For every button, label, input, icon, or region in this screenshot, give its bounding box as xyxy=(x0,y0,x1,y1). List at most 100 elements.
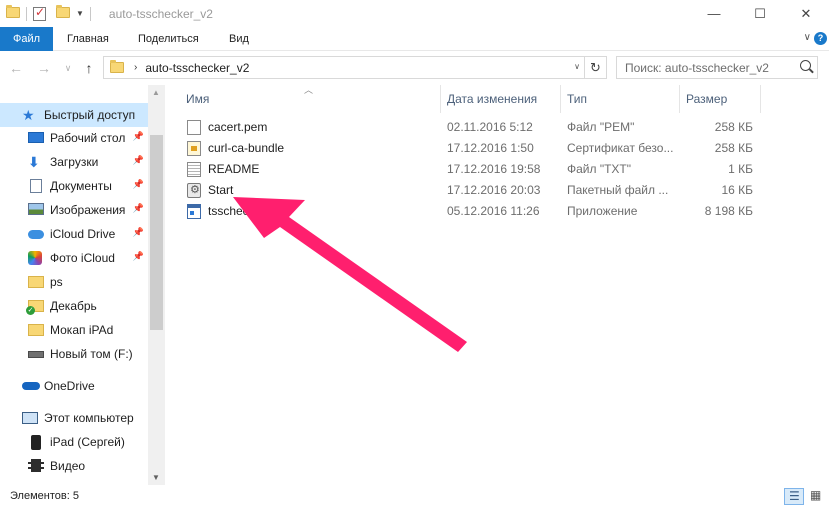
sidebar-item-label: Мокап iPAd xyxy=(50,323,114,337)
pin-icon: 📌 xyxy=(132,155,144,165)
column-header-type[interactable]: Тип xyxy=(561,85,679,113)
search-placeholder: Поиск: auto-tsschecker_v2 xyxy=(625,61,769,75)
file-name: curl-ca-bundle xyxy=(208,141,285,155)
tab-file[interactable]: Файл xyxy=(0,27,53,51)
file-date: 05.12.2016 11:26 xyxy=(447,204,540,218)
sidebar-item-documents[interactable]: Документы 📌 xyxy=(0,174,148,198)
large-icons-view-button[interactable] xyxy=(806,488,826,505)
sidebar-item-downloads[interactable]: ⬇ Загрузки 📌 xyxy=(0,150,148,174)
tab-share[interactable]: Поделиться xyxy=(126,27,211,51)
file-name: Start xyxy=(208,183,234,197)
sidebar-item-label: iPad (Сергей) xyxy=(50,435,125,449)
column-header-date[interactable]: Дата изменения xyxy=(441,85,560,113)
quick-access-dropdown-icon[interactable]: ▼ xyxy=(76,9,84,18)
scroll-down-icon[interactable]: ▼ xyxy=(152,473,160,482)
sidebar-item-pictures[interactable]: Изображения 📌 xyxy=(0,198,148,222)
search-input[interactable]: Поиск: auto-tsschecker_v2 xyxy=(616,56,818,79)
details-view-button[interactable] xyxy=(784,488,804,505)
column-header-name[interactable]: Имя xyxy=(180,85,440,113)
file-date: 17.12.2016 1:50 xyxy=(447,141,534,155)
folder-app-icon xyxy=(6,4,20,21)
toolbar-divider xyxy=(89,6,91,21)
sidebar-item-icloud-photos[interactable]: Фото iCloud 📌 xyxy=(0,246,148,270)
breadcrumb-separator-icon[interactable]: › xyxy=(134,62,137,73)
sidebar-item-desktop[interactable]: Рабочий стол 📌 xyxy=(0,126,148,150)
column-divider[interactable] xyxy=(760,85,761,113)
file-row-curl-ca-bundle[interactable]: curl-ca-bundle 17.12.2016 1:50 Сертифика… xyxy=(180,138,780,159)
sidebar-item-quick-access[interactable]: ★ Быстрый доступ xyxy=(0,103,148,127)
sidebar-item-onedrive[interactable]: OneDrive xyxy=(0,374,148,398)
ribbon-tabs: Файл Главная Поделиться Вид ∨ ? xyxy=(0,27,829,51)
documents-icon xyxy=(30,179,42,193)
scroll-up-icon[interactable]: ▲ xyxy=(152,88,160,97)
tab-view[interactable]: Вид xyxy=(217,27,261,51)
file-row-tsschecker[interactable]: tsscheck 05.12.2016 11:26 Приложение 8 1… xyxy=(180,201,780,222)
sidebar-item-label: Быстрый доступ xyxy=(44,108,136,122)
properties-icon[interactable] xyxy=(33,5,46,21)
file-row-cacert[interactable]: cacert.pem 02.11.2016 5:12 Файл "PEM" 25… xyxy=(180,117,780,138)
text-file-icon xyxy=(187,162,201,177)
sidebar-item-label: iCloud Drive xyxy=(50,227,116,241)
column-header-size[interactable]: Размер xyxy=(680,85,760,113)
file-row-readme[interactable]: README 17.12.2016 19:58 Файл "TXT" 1 КБ xyxy=(180,159,780,180)
sidebar-item-label: Документы xyxy=(50,179,112,193)
navigation-bar: ← → ∨ ↑ › auto-tsschecker_v2 ∨ ↻ Поиск: … xyxy=(0,51,829,85)
toolbar-divider xyxy=(26,6,27,21)
folder-icon xyxy=(28,276,44,288)
maximize-button[interactable]: ☐ xyxy=(737,0,783,27)
minimize-button[interactable]: — xyxy=(691,0,737,27)
batch-file-icon xyxy=(187,183,201,198)
icloud-drive-icon xyxy=(28,230,44,239)
tab-home[interactable]: Главная xyxy=(55,27,121,51)
breadcrumb[interactable]: auto-tsschecker_v2 xyxy=(145,61,249,75)
sidebar-item-new-volume[interactable]: Новый том (F:) xyxy=(0,342,148,366)
address-bar[interactable]: › auto-tsschecker_v2 ∨ ↻ xyxy=(103,56,607,79)
sidebar-item-label: Рабочий стол xyxy=(50,131,126,145)
sidebar-item-label: ps xyxy=(50,275,63,289)
sidebar-item-this-pc[interactable]: Этот компьютер xyxy=(0,406,148,430)
file-type: Приложение xyxy=(567,204,638,218)
sidebar-item-december[interactable]: Декабрь xyxy=(0,294,148,318)
scrollbar-thumb[interactable] xyxy=(150,135,163,330)
file-list: ︿ Имя Дата изменения Тип Размер cacert.p… xyxy=(180,85,829,485)
file-type: Файл "TXT" xyxy=(567,162,632,176)
drive-icon xyxy=(28,351,44,358)
sidebar-scrollbar[interactable]: ▲ ▼ xyxy=(148,85,165,485)
new-folder-icon[interactable] xyxy=(56,4,70,21)
refresh-button[interactable]: ↻ xyxy=(584,57,606,78)
pem-file-icon xyxy=(187,120,201,135)
sidebar-item-ipad[interactable]: iPad (Сергей) xyxy=(0,430,148,454)
forward-button[interactable]: → xyxy=(34,59,54,77)
file-size: 258 КБ xyxy=(714,120,753,134)
desktop-icon xyxy=(28,132,44,143)
file-row-start[interactable]: Start 17.12.2016 20:03 Пакетный файл ...… xyxy=(180,180,780,201)
downloads-icon: ⬇ xyxy=(28,154,40,170)
computer-icon xyxy=(22,412,38,424)
file-date: 17.12.2016 19:58 xyxy=(447,162,541,176)
sidebar-item-ipad-mockup[interactable]: Мокап iPAd xyxy=(0,318,148,342)
help-icon[interactable]: ? xyxy=(814,32,827,45)
file-size: 258 КБ xyxy=(714,141,753,155)
file-size: 8 198 КБ xyxy=(704,204,753,218)
sidebar-item-videos[interactable]: Видео xyxy=(0,454,148,478)
sidebar-item-icloud-drive[interactable]: iCloud Drive 📌 xyxy=(0,222,148,246)
status-bar: Элементов: 5 xyxy=(0,485,829,508)
sidebar-item-label: Фото iCloud xyxy=(50,251,115,265)
close-button[interactable]: ✕ xyxy=(783,0,829,27)
sidebar-item-label: Этот компьютер xyxy=(44,411,134,425)
pin-icon: 📌 xyxy=(132,179,144,189)
up-button[interactable]: ↑ xyxy=(79,59,99,77)
pin-icon: 📌 xyxy=(132,227,144,237)
pin-icon: 📌 xyxy=(132,203,144,213)
icloud-photos-icon xyxy=(28,251,42,265)
address-dropdown-icon[interactable]: ∨ xyxy=(574,62,580,71)
file-date: 17.12.2016 20:03 xyxy=(447,183,541,197)
sidebar-item-ps[interactable]: ps xyxy=(0,270,148,294)
back-button[interactable]: ← xyxy=(6,59,26,77)
file-size: 1 КБ xyxy=(728,162,753,176)
recent-locations-icon[interactable]: ∨ xyxy=(58,59,78,77)
sidebar-item-label: Видео xyxy=(50,459,86,473)
search-icon[interactable] xyxy=(800,60,811,71)
expand-ribbon-icon[interactable]: ∨ xyxy=(804,32,811,43)
file-date: 02.11.2016 5:12 xyxy=(447,120,533,134)
